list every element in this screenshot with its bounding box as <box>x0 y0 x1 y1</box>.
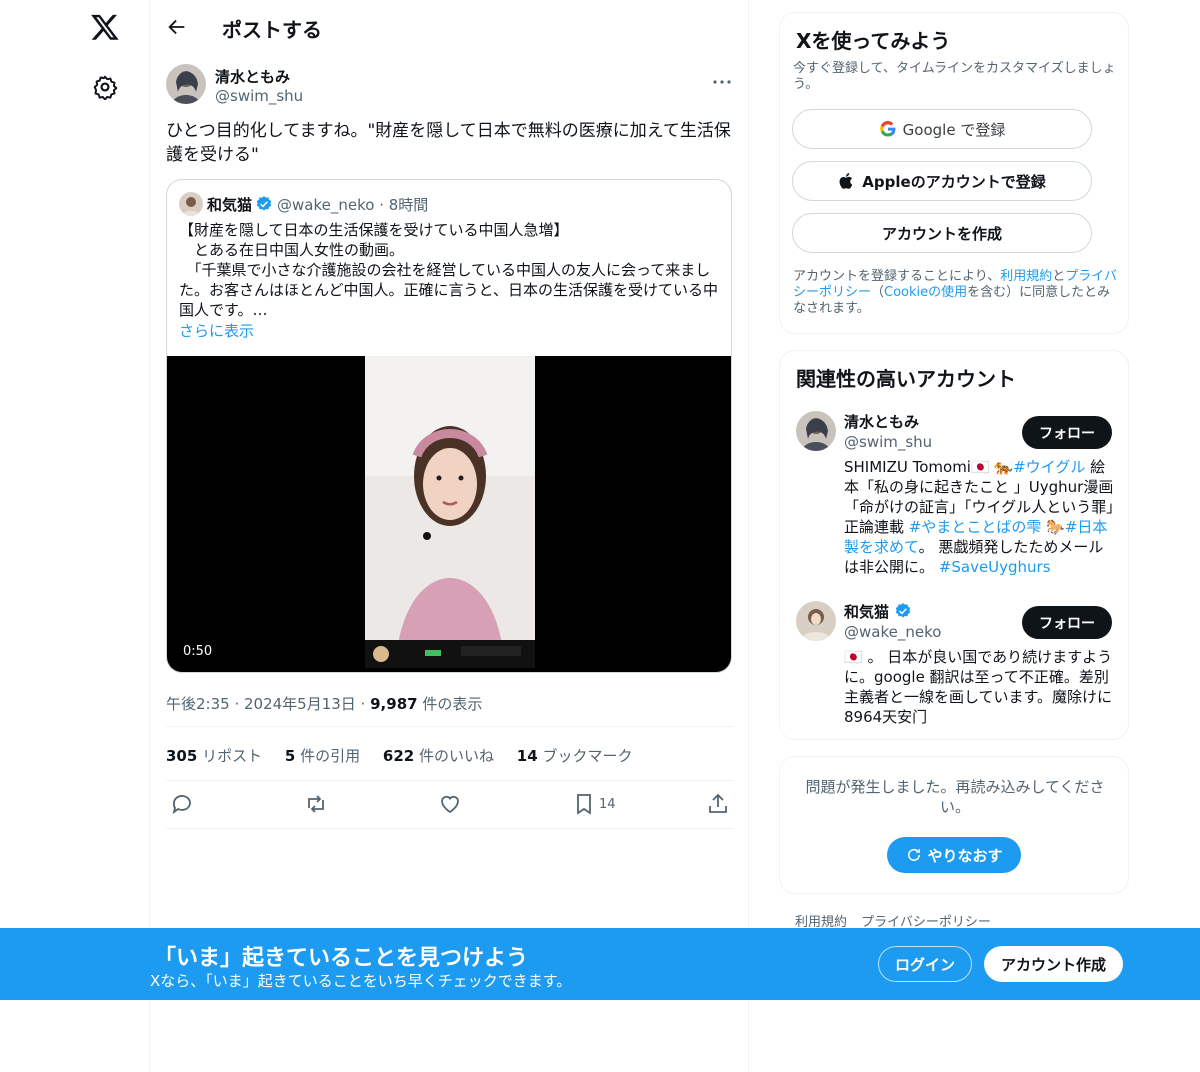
follow-button[interactable]: フォロー <box>1022 606 1112 639</box>
arrow-left-icon[interactable] <box>166 16 188 38</box>
signup-banner: 「いま」起きていることを見つけよう Xなら、「いま」起きていることをいち早くチェ… <box>0 928 1200 1000</box>
signup-title: Xを使ってみよう <box>796 29 951 53</box>
divider <box>166 828 734 829</box>
apple-signup-button[interactable]: Appleのアカウントで登録 <box>792 161 1092 201</box>
x-logo-icon[interactable] <box>90 12 120 42</box>
verified-badge-icon <box>256 196 272 211</box>
gear-icon[interactable] <box>92 74 118 100</box>
account-bio: SHIMIZU Tomomi🇯🇵 🐅#ウイグル 絵本「私の身に起きたこと 」Uy… <box>844 458 1114 576</box>
account-name[interactable]: 清水ともみ <box>844 411 919 432</box>
quote-handle-time: @wake_neko · 8時間 <box>277 194 428 215</box>
stat-quotes[interactable]: 5 件の引用 <box>285 747 360 765</box>
create-account-label: アカウントを作成 <box>881 224 1002 243</box>
repost-icon[interactable] <box>304 792 328 816</box>
signup-subtitle: 今すぐ登録して、タイムラインをカスタマイズしましょう。 <box>793 61 1116 92</box>
views-label: 件の表示 <box>422 695 483 713</box>
main-column: ポストする 清水ともみ @swim_shu ひとつ目的化してますね。"財産を隠し… <box>149 0 749 1072</box>
related-account[interactable]: 清水ともみ @swim_shu フォロー SHIMIZU Tomomi🇯🇵 🐅#… <box>796 411 1116 581</box>
apple-icon <box>839 173 853 189</box>
banner-title: 「いま」起きていることを見つけよう <box>154 946 529 971</box>
quote-text: 【財産を隠して日本の生活保護を受けている中国人急増】 とある在日中国人女性の動画… <box>179 221 718 319</box>
quote-time: · 8時間 <box>379 196 429 214</box>
tweet-stats: 305 リポスト 5 件の引用 622 件のいいね 14 ブックマーク <box>166 745 650 766</box>
apple-signup-label: Appleのアカウントで登録 <box>862 172 1046 191</box>
hashtag-link[interactable]: #ウイグル <box>1013 458 1085 476</box>
related-title: 関連性の高いアカウント <box>796 367 1016 391</box>
more-options-icon[interactable] <box>710 70 734 94</box>
bookmark-count: 14 <box>599 797 616 812</box>
divider <box>166 726 734 727</box>
views-count: 9,987 <box>370 695 418 713</box>
hashtag-link[interactable]: #やまとことばの雫 <box>909 518 1042 536</box>
banner-subtitle: Xなら、「いま」起きていることをいち早くチェックできます。 <box>150 972 572 990</box>
account-handle[interactable]: @swim_shu <box>844 433 932 451</box>
author-handle[interactable]: @swim_shu <box>215 87 303 105</box>
quote-author-handle: @wake_neko <box>277 196 375 214</box>
account-name[interactable]: 和気猫 <box>844 601 912 622</box>
stat-likes[interactable]: 622 件のいいね <box>383 747 494 765</box>
avatar <box>179 192 203 216</box>
avatar[interactable] <box>166 64 206 104</box>
retry-button[interactable]: やりなおす <box>887 837 1021 873</box>
page-title: ポストする <box>222 18 322 42</box>
tweet-text: ひとつ目的化してますね。"財産を隠して日本で無料の医療に加えて生活保護を受ける" <box>166 121 731 165</box>
video-thumbnail <box>365 356 535 668</box>
quote-author-name: 和気猫 <box>207 196 253 214</box>
related-accounts-card: 関連性の高いアカウント 清水ともみ @swim_shu フォロー SHIMIZU… <box>779 350 1129 740</box>
author-name[interactable]: 清水ともみ <box>215 66 290 87</box>
account-bio: 🇯🇵 。 日本が良い国であり続けますように。google 翻訳は至って不正確。差… <box>844 648 1113 726</box>
hashtag-link[interactable]: #SaveUyghurs <box>939 558 1051 576</box>
google-signup-label: Google で登録 <box>902 120 1006 139</box>
signup-legal-text: アカウントを登録することにより、利用規約とプライバシーポリシー（Cookieの使… <box>793 269 1118 316</box>
google-icon <box>879 121 896 137</box>
error-message: 問題が発生しました。再読み込みしてください。 <box>805 778 1105 816</box>
related-account[interactable]: 和気猫 @wake_neko フォロー 🇯🇵 。 日本が良い国であり続けますよう… <box>796 601 1116 727</box>
verified-badge-icon <box>895 603 911 618</box>
bookmark-icon[interactable] <box>572 792 596 816</box>
terms-link[interactable]: 利用規約 <box>1000 269 1052 284</box>
tweet-actions: 14 <box>166 792 734 816</box>
google-signup-button[interactable]: Google で登録 <box>792 109 1092 149</box>
cookie-link[interactable]: Cookieの使用 <box>884 285 967 300</box>
show-more-link[interactable]: さらに表示 <box>179 320 254 341</box>
stat-reposts[interactable]: 305 リポスト <box>166 747 262 765</box>
follow-button[interactable]: フォロー <box>1022 416 1112 449</box>
refresh-icon <box>908 848 921 861</box>
video-duration: 0:50 <box>183 644 213 659</box>
video-player[interactable]: 0:50 <box>167 356 731 672</box>
reply-icon[interactable] <box>170 792 194 816</box>
create-account-button[interactable]: アカウントを作成 <box>792 213 1092 253</box>
divider <box>166 780 734 781</box>
page-header: ポストする <box>150 0 748 54</box>
retry-label: やりなおす <box>927 846 1003 865</box>
account-handle[interactable]: @wake_neko <box>844 623 941 641</box>
login-button[interactable]: ログイン <box>878 946 972 982</box>
signup-card: Xを使ってみよう 今すぐ登録して、タイムラインをカスタマイズしましょう。 Goo… <box>779 12 1129 334</box>
error-card: 問題が発生しました。再読み込みしてください。 やりなおす <box>779 756 1129 894</box>
like-icon[interactable] <box>438 792 462 816</box>
tweet-meta: 午後2:35 · 2024年5月13日 · 9,987 件の表示 <box>166 693 482 714</box>
signup-button[interactable]: アカウント作成 <box>984 946 1123 982</box>
share-icon[interactable] <box>706 792 730 816</box>
avatar[interactable] <box>796 411 836 451</box>
quoted-tweet[interactable]: 和気猫 @wake_neko · 8時間 【財産を隠して日本の生活保護を受けてい… <box>166 179 732 673</box>
left-nav <box>0 0 150 1072</box>
avatar[interactable] <box>796 601 836 641</box>
stat-bookmarks[interactable]: 14 ブックマーク <box>517 747 633 765</box>
tweet-timestamp[interactable]: 午後2:35 · 2024年5月13日 · <box>166 695 365 713</box>
